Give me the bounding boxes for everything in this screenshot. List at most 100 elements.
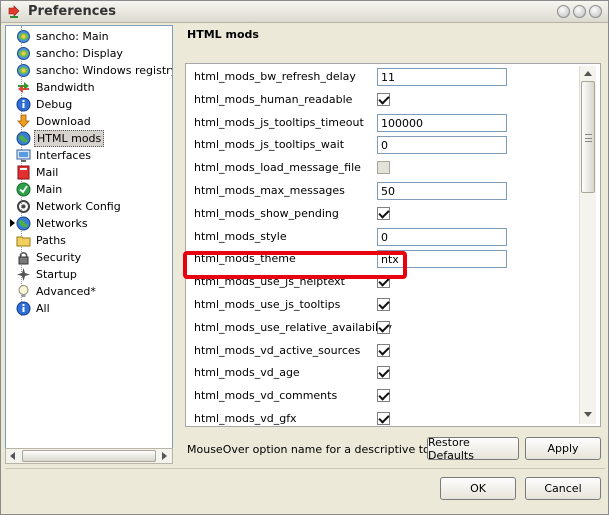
- property-checkbox[interactable]: [377, 298, 390, 311]
- tree-item-label: sancho: Windows registry: [36, 64, 173, 77]
- property-name[interactable]: html_mods_load_message_file: [194, 161, 361, 174]
- property-row: html_mods_human_readable: [186, 89, 578, 112]
- window-title: Preferences: [28, 4, 116, 19]
- property-row: html_mods_vd_age: [186, 362, 578, 385]
- preferences-window: Preferences sancho: Main sancho: Display s…: [0, 0, 609, 515]
- property-value-input[interactable]: 0: [377, 136, 507, 155]
- scroll-down-icon[interactable]: [582, 410, 594, 420]
- tree-item-label: Paths: [36, 234, 66, 247]
- property-name[interactable]: html_mods_use_relative_availability: [194, 321, 392, 334]
- property-checkbox[interactable]: [377, 206, 390, 220]
- close-button[interactable]: [589, 5, 602, 18]
- tree-item-label: Interfaces: [36, 149, 91, 162]
- property-name[interactable]: html_mods_show_pending: [194, 207, 339, 220]
- tooltip-hint: MouseOver option name for a descriptive …: [187, 443, 459, 456]
- tree-item[interactable]: Interfaces: [16, 147, 93, 164]
- property-name[interactable]: html_mods_js_tooltips_wait: [194, 138, 344, 151]
- property-value-input[interactable]: 100000: [377, 113, 507, 132]
- property-checkbox[interactable]: [377, 320, 390, 334]
- scroll-right-icon[interactable]: [158, 450, 170, 462]
- tree-item[interactable]: Security: [16, 249, 83, 266]
- tree-item[interactable]: Debug: [16, 96, 74, 113]
- property-checkbox[interactable]: [377, 366, 390, 380]
- apply-button[interactable]: Apply: [525, 437, 601, 460]
- property-name[interactable]: html_mods_vd_active_sources: [194, 344, 360, 357]
- tree-item[interactable]: Bandwidth: [16, 79, 97, 96]
- cancel-button[interactable]: Cancel: [525, 477, 601, 500]
- title-bar[interactable]: Preferences: [1, 1, 608, 23]
- property-name[interactable]: html_mods_vd_gfx: [194, 412, 297, 425]
- gear-icon: [16, 63, 31, 78]
- window-controls: [557, 5, 602, 18]
- property-row: html_mods_style 0: [186, 226, 578, 249]
- category-tree[interactable]: sancho: Main sancho: Display sancho: Windo…: [5, 25, 173, 463]
- download-icon: [16, 114, 31, 129]
- ok-button[interactable]: OK: [440, 477, 516, 500]
- property-checkbox[interactable]: [377, 161, 390, 175]
- property-row: html_mods_js_tooltips_timeout 100000: [186, 112, 578, 135]
- scroll-grip-icon: [585, 134, 592, 142]
- interfaces-icon: [16, 148, 31, 163]
- scroll-left-icon[interactable]: [7, 450, 19, 462]
- tree-item-label: Mail: [36, 166, 59, 179]
- tree-item-label: Startup: [36, 268, 77, 281]
- tree-item[interactable]: All: [16, 300, 52, 317]
- property-row: html_mods_max_messages 50: [186, 180, 578, 203]
- tree-scroll-thumb[interactable]: [22, 450, 156, 462]
- property-name[interactable]: html_mods_bw_refresh_delay: [194, 70, 356, 83]
- minimize-button[interactable]: [557, 5, 570, 18]
- tree-horizontal-scrollbar[interactable]: [5, 448, 173, 464]
- app-icon: [8, 5, 20, 18]
- theme-row-highlight: [183, 251, 407, 279]
- main-icon: [16, 182, 31, 197]
- tree-item[interactable]: Startup: [16, 266, 79, 283]
- property-checkbox[interactable]: [377, 412, 390, 425]
- tree-item-label: Networks: [36, 217, 88, 230]
- expand-arrow-icon[interactable]: [10, 219, 15, 227]
- property-list[interactable]: html_mods_bw_refresh_delay 11 html_mods_hu…: [185, 63, 601, 427]
- restore-defaults-button[interactable]: Restore Defaults: [427, 436, 519, 462]
- property-name[interactable]: html_mods_style: [194, 230, 287, 243]
- property-row: html_mods_use_relative_availability: [186, 317, 578, 340]
- property-checkbox[interactable]: [377, 389, 390, 403]
- tree-item[interactable]: Paths: [16, 232, 68, 249]
- globe-icon: [16, 216, 31, 231]
- property-name[interactable]: html_mods_max_messages: [194, 184, 345, 197]
- property-scroll-thumb[interactable]: [581, 81, 595, 193]
- property-vertical-scrollbar[interactable]: [579, 66, 596, 424]
- property-checkbox[interactable]: [377, 343, 390, 357]
- property-name[interactable]: html_mods_vd_age: [194, 366, 300, 379]
- tree-item[interactable]: HTML mods: [16, 130, 105, 147]
- property-row: html_mods_vd_active_sources: [186, 340, 578, 363]
- tree-item[interactable]: Network Config: [16, 198, 123, 215]
- tree-item[interactable]: Download: [16, 113, 93, 130]
- property-name[interactable]: html_mods_human_readable: [194, 93, 352, 106]
- tree-item[interactable]: sancho: Windows registry: [16, 62, 173, 79]
- info-icon: [16, 301, 31, 316]
- property-name[interactable]: html_mods_vd_comments: [194, 389, 337, 402]
- network-config-icon: [16, 199, 31, 214]
- property-checkbox[interactable]: [377, 92, 390, 106]
- tree-item-label: Advanced*: [36, 285, 96, 298]
- tree-item[interactable]: Advanced*: [16, 283, 98, 300]
- tree-item[interactable]: sancho: Main: [16, 28, 111, 45]
- property-row: html_mods_js_tooltips_wait 0: [186, 134, 578, 157]
- property-value-input[interactable]: 50: [377, 182, 507, 200]
- property-name[interactable]: html_mods_js_tooltips_timeout: [194, 116, 364, 129]
- tree-item[interactable]: Main: [16, 181, 64, 198]
- tree-item[interactable]: sancho: Display: [16, 45, 125, 62]
- tree-item[interactable]: Mail: [16, 164, 60, 181]
- mail-icon: [16, 165, 31, 180]
- tree-item-label: Main: [36, 183, 63, 196]
- property-value-input[interactable]: 0: [377, 227, 507, 246]
- property-value-input[interactable]: 11: [377, 68, 507, 86]
- tree-item-label: Bandwidth: [36, 81, 95, 94]
- property-name[interactable]: html_mods_use_js_tooltips: [194, 298, 340, 311]
- property-row: html_mods_load_message_file: [186, 157, 578, 180]
- tree-item-label: HTML mods: [34, 130, 105, 147]
- scroll-up-icon[interactable]: [582, 68, 594, 78]
- tree-item[interactable]: Networks: [16, 215, 90, 232]
- maximize-button[interactable]: [573, 5, 586, 18]
- property-row: html_mods_vd_gfx: [186, 408, 578, 426]
- tree-item-label: Debug: [36, 98, 73, 111]
